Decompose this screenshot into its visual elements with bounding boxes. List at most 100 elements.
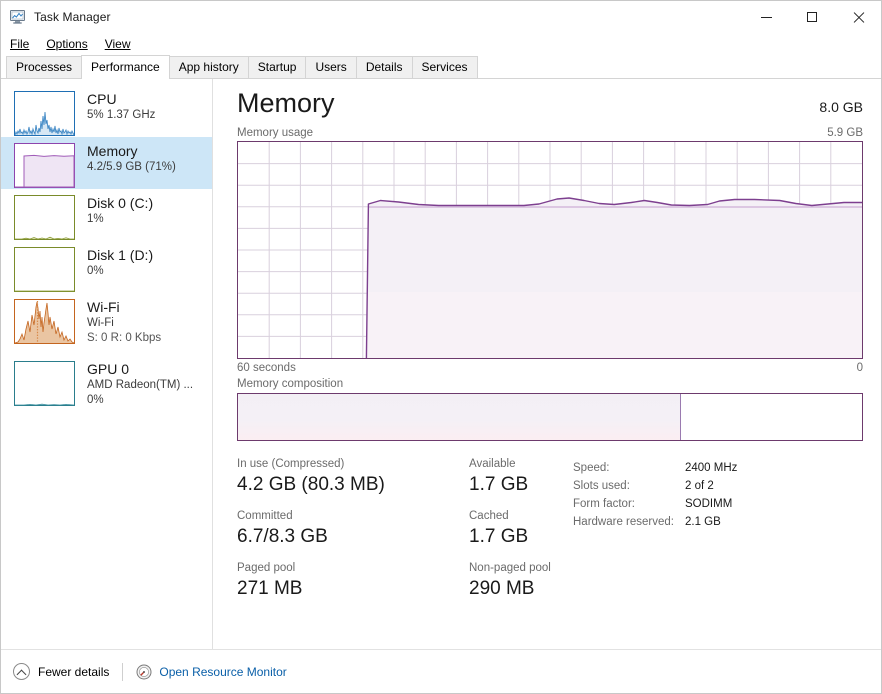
menu-file-label: File [10,37,30,51]
content-area: CPU 5% 1.37 GHz Memory 4.2/5.9 GB (71%) [1,79,881,649]
stat-committed: Committed 6.7/8.3 GB [237,509,469,549]
menu-item-view[interactable]: View [105,35,140,53]
tab-startup[interactable]: Startup [247,56,307,78]
axis-label-right: 0 [856,362,863,374]
sidebar-cpu-title: CPU [87,91,117,107]
memory-composition-bar[interactable] [237,393,863,441]
title-bar: Task Manager [1,1,881,33]
sidebar-item-memory[interactable]: Memory 4.2/5.9 GB (71%) [1,137,212,189]
footer-divider [122,662,124,681]
info-hardware-reserved-key: Hardware reserved: [573,516,674,528]
stat-available-value: 1.7 GB [469,474,529,495]
stat-cached-label: Cached [469,510,509,522]
fewer-details-label: Fewer details [38,664,110,679]
stat-non-paged-pool-label: Non-paged pool [469,562,551,574]
stats-column-info: Speed: 2400 MHz Slots used: 2 of 2 Form … [573,457,869,613]
stats-column-mid: Available 1.7 GB Cached 1.7 GB Non-paged… [469,457,573,613]
usage-header: Memory usage 5.9 GB [237,127,869,139]
close-icon [853,12,864,23]
tab-processes[interactable]: Processes [6,56,83,78]
sidebar-memory-sub: 4.2/5.9 GB (71%) [87,161,176,173]
stat-cached: Cached 1.7 GB [469,509,573,549]
usage-label: Memory usage [237,127,314,139]
sidebar-item-wifi[interactable]: Wi-Fi Wi-Fi S: 0 R: 0 Kbps [1,293,212,355]
sidebar-item-gpu-0[interactable]: GPU 0 AMD Radeon(TM) ... 0% [1,355,212,417]
menu-item-options[interactable]: Options [46,35,96,53]
info-hardware-reserved-value: 2.1 GB [685,516,721,528]
maximize-button[interactable] [789,1,835,33]
composition-in-use-segment[interactable] [238,394,682,440]
task-manager-icon [10,9,26,25]
wifi-mini-graph-icon [14,299,75,344]
sidebar-wifi-sub1: Wi-Fi [87,317,114,329]
sidebar-memory-text: Memory 4.2/5.9 GB (71%) [87,143,176,175]
menu-bar: File Options View [1,33,881,55]
sidebar-disk-1-sub: 0% [87,265,104,277]
stat-cached-value: 1.7 GB [469,526,529,547]
minimize-button[interactable] [743,1,789,33]
sidebar-gpu-0-sub2: 0% [87,394,104,406]
memory-usage-graph[interactable] [237,141,863,359]
sidebar-gpu-0-text: GPU 0 AMD Radeon(TM) ... 0% [87,361,193,408]
resource-monitor-icon [136,664,152,680]
stat-committed-label: Committed [237,510,293,522]
tab-services[interactable]: Services [411,56,478,78]
stat-in-use-value: 4.2 GB (80.3 MB) [237,474,385,495]
graph-axis-labels: 60 seconds 0 [237,362,869,374]
info-speed-value: 2400 MHz [685,462,738,474]
sidebar-item-disk-1[interactable]: Disk 1 (D:) 0% [1,241,212,293]
sidebar-wifi-title: Wi-Fi [87,299,120,315]
info-slots-value: 2 of 2 [685,480,714,492]
cpu-mini-graph-icon [14,91,75,136]
resource-sidebar: CPU 5% 1.37 GHz Memory 4.2/5.9 GB (71%) [1,79,213,649]
stat-non-paged-pool: Non-paged pool 290 MB [469,561,573,601]
menu-options-label: Options [46,37,88,51]
stat-available: Available 1.7 GB [469,457,573,497]
sidebar-disk-0-sub: 1% [87,213,104,225]
info-row-hardware-reserved: Hardware reserved: 2.1 GB [573,513,869,531]
window-controls [743,1,881,33]
sidebar-wifi-sub2: S: 0 R: 0 Kbps [87,332,162,344]
minimize-icon [760,16,772,18]
menu-item-file[interactable]: File [10,35,38,53]
usage-max: 5.9 GB [827,127,863,139]
stat-in-use: In use (Compressed) 4.2 GB (80.3 MB) [237,457,469,497]
memory-detail-panel: Memory 8.0 GB Memory usage 5.9 GB 60 sec… [213,79,881,649]
stat-committed-value: 6.7/8.3 GB [237,526,328,547]
close-button[interactable] [835,1,881,33]
composition-available-segment[interactable] [681,394,862,440]
maximize-icon [807,12,817,22]
memory-usage-chart [238,142,862,358]
tab-app-history[interactable]: App history [168,56,249,78]
task-manager-window: Task Manager File Options View Processes… [0,0,882,694]
sidebar-item-cpu[interactable]: CPU 5% 1.37 GHz [1,85,212,137]
info-row-slots: Slots used: 2 of 2 [573,477,869,495]
disk-0-mini-graph-icon [14,195,75,240]
sidebar-gpu-0-sub1: AMD Radeon(TM) ... [87,379,194,391]
open-resource-monitor-label: Open Resource Monitor [159,664,287,679]
sidebar-item-disk-0[interactable]: Disk 0 (C:) 1% [1,189,212,241]
status-bar: Fewer details Open Resource Monitor [1,649,881,693]
stat-paged-pool: Paged pool 271 MB [237,561,469,601]
stat-paged-pool-label: Paged pool [237,562,296,574]
memory-total: 8.0 GB [819,99,863,115]
axis-label-left: 60 seconds [237,362,296,374]
page-title: Memory [237,88,335,118]
memory-mini-graph-icon [14,143,75,188]
tab-details[interactable]: Details [355,56,413,78]
sidebar-disk-0-title: Disk 0 (C:) [87,195,154,211]
tab-performance[interactable]: Performance [81,55,170,79]
sidebar-disk-0-text: Disk 0 (C:) 1% [87,195,153,227]
gpu-0-mini-graph-icon [14,361,75,406]
sidebar-memory-title: Memory [87,143,138,159]
info-form-factor-key: Form factor: [573,498,635,510]
chevron-up-icon [13,663,30,680]
menu-view-label: View [104,37,131,51]
tab-users[interactable]: Users [305,56,357,78]
sidebar-cpu-text: CPU 5% 1.37 GHz [87,91,155,123]
stats-column-left: In use (Compressed) 4.2 GB (80.3 MB) Com… [237,457,469,613]
sidebar-disk-1-text: Disk 1 (D:) 0% [87,247,153,279]
open-resource-monitor-link[interactable]: Open Resource Monitor [136,664,287,680]
fewer-details-button[interactable]: Fewer details [13,663,109,680]
memory-stats: In use (Compressed) 4.2 GB (80.3 MB) Com… [237,457,869,613]
